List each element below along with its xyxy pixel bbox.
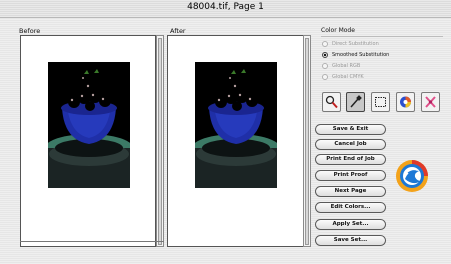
save-set-button[interactable]: Save Set... bbox=[315, 235, 386, 246]
after-preview-pane[interactable]: .a1 .bg{fill:#c877b0}.a1 .berries circle… bbox=[167, 35, 304, 247]
before-image: .b1 .bg{fill:#c77cbf}.b1 .berries circle… bbox=[48, 62, 130, 188]
before-label: Before bbox=[19, 27, 41, 35]
apply-set-button[interactable]: Apply Set... bbox=[315, 219, 386, 230]
app-window: 48004.tif, Page 1 Before .b1 .bg{fill:#c… bbox=[0, 0, 451, 264]
after-image: .a1 .bg{fill:#c877b0}.a1 .berries circle… bbox=[195, 62, 277, 188]
before-scroll-thumb[interactable] bbox=[158, 38, 162, 245]
after-vertical-scrollbar[interactable] bbox=[303, 35, 311, 247]
after-scroll-thumb[interactable] bbox=[305, 38, 309, 245]
marquee-icon bbox=[375, 97, 386, 107]
edit-colors-button[interactable]: Edit Colors... bbox=[315, 202, 386, 213]
eyedropper-tool-button[interactable] bbox=[346, 92, 365, 112]
color-wheel-icon bbox=[400, 96, 411, 108]
before-pane-divider bbox=[20, 241, 164, 242]
radio-smoothed-substitution[interactable]: Smoothed Substitution bbox=[322, 50, 389, 59]
pin-icon bbox=[425, 96, 436, 108]
cancel-job-button[interactable]: Cancel Job bbox=[315, 139, 386, 150]
radio-global-cmyk[interactable]: Global CMYK bbox=[322, 72, 364, 81]
radio-dot[interactable] bbox=[322, 51, 328, 58]
radio-label: Direct Substitution bbox=[332, 40, 379, 47]
radio-global-rgb[interactable]: Global RGB bbox=[322, 61, 360, 70]
window-title: 48004.tif, Page 1 bbox=[187, 2, 264, 12]
before-preview-pane[interactable]: .b1 .bg{fill:#c77cbf}.b1 .berries circle… bbox=[20, 35, 156, 247]
color-mode-label: Color Mode bbox=[321, 27, 355, 34]
marquee-tool-button[interactable] bbox=[371, 92, 390, 112]
radio-label: Global CMYK bbox=[332, 73, 364, 80]
eyedropper-icon bbox=[350, 95, 362, 108]
radio-dot[interactable] bbox=[322, 62, 328, 69]
pin-tool-button[interactable] bbox=[421, 92, 440, 112]
before-vertical-scrollbar[interactable] bbox=[156, 35, 164, 247]
radio-direct-substitution[interactable]: Direct Substitution bbox=[322, 39, 379, 48]
save-exit-button[interactable]: Save & Exit bbox=[315, 124, 386, 135]
print-proof-button[interactable]: Print Proof bbox=[315, 170, 386, 181]
magnifier-tool-button[interactable] bbox=[322, 92, 341, 112]
title-bar[interactable]: 48004.tif, Page 1 bbox=[0, 0, 451, 18]
magnifier-icon bbox=[325, 95, 338, 109]
color-wheel-tool-button[interactable] bbox=[396, 92, 415, 112]
radio-dot[interactable] bbox=[322, 40, 328, 47]
radio-label: Smoothed Substitution bbox=[332, 51, 390, 58]
app-logo-icon bbox=[396, 160, 428, 192]
print-end-of-job-button[interactable]: Print End of Job bbox=[315, 154, 386, 165]
next-page-button[interactable]: Next Page bbox=[315, 186, 386, 197]
radio-dot[interactable] bbox=[322, 73, 328, 80]
after-label: After bbox=[170, 27, 186, 35]
radio-label: Global RGB bbox=[332, 62, 361, 69]
color-mode-separator bbox=[321, 36, 443, 37]
